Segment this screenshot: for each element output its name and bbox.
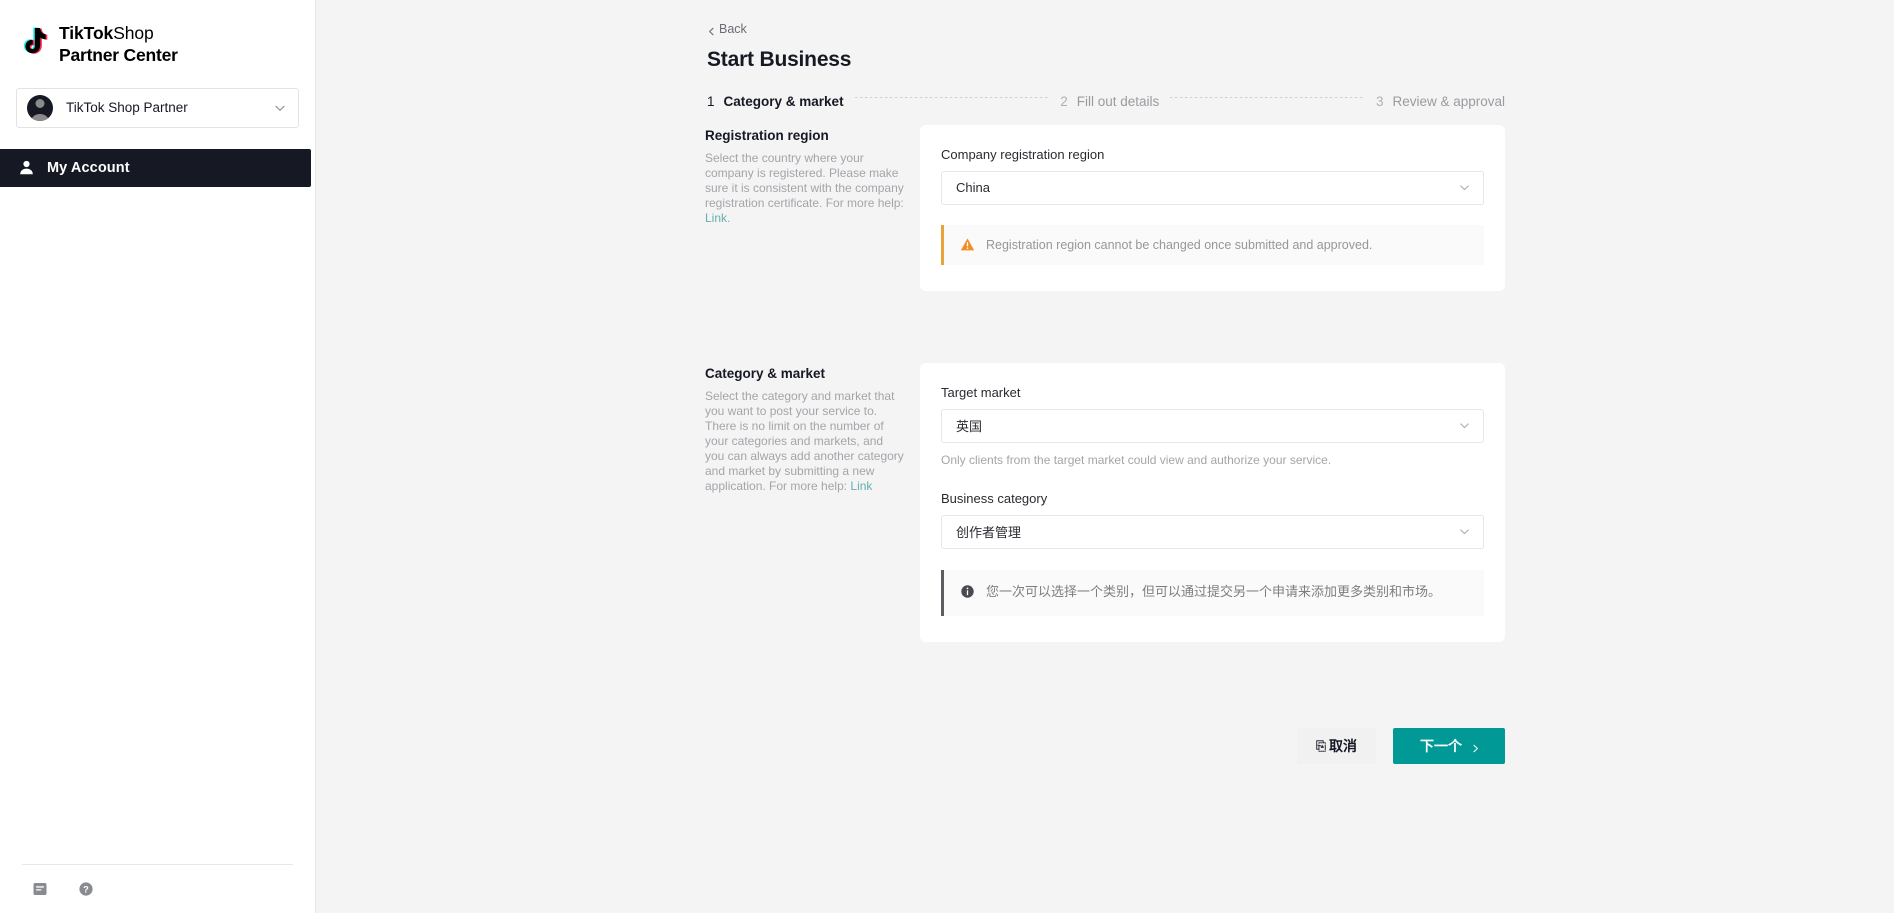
cancel-glyph-icon: ⎘ bbox=[1315, 737, 1326, 753]
step-1-number: 1 bbox=[707, 93, 715, 109]
step-3-label: Review & approval bbox=[1392, 93, 1506, 109]
main-content: Back Start Business 1 Category & market … bbox=[316, 0, 1894, 913]
registration-region-warning-text: Registration region cannot be changed on… bbox=[986, 237, 1373, 252]
chevron-down-icon bbox=[273, 101, 287, 115]
warning-triangle-icon bbox=[960, 237, 975, 252]
svg-text:?: ? bbox=[83, 885, 89, 895]
step-2-number: 2 bbox=[1060, 93, 1068, 109]
account-switcher[interactable]: TikTok Shop Partner bbox=[16, 87, 299, 128]
sidebar-divider bbox=[22, 864, 293, 865]
person-icon bbox=[18, 159, 35, 176]
next-button[interactable]: 下一个 bbox=[1393, 727, 1505, 764]
category-market-info-banner: 您一次可以选择一个类别，但可以通过提交另一个申请来添加更多类别和市场。 bbox=[941, 569, 1484, 616]
info-circle-icon bbox=[960, 584, 975, 599]
chevron-down-icon bbox=[1458, 181, 1471, 194]
registration-region-warning-banner: Registration region cannot be changed on… bbox=[941, 224, 1484, 265]
back-link[interactable]: Back bbox=[707, 22, 747, 36]
account-name: TikTok Shop Partner bbox=[66, 100, 188, 116]
target-market-label: Target market bbox=[941, 384, 1021, 400]
category-market-title: Category & market bbox=[705, 365, 826, 381]
step-2[interactable]: 2 Fill out details bbox=[1060, 94, 1159, 109]
back-label: Back bbox=[719, 22, 747, 36]
registration-region-description-text: Select the country where your company is… bbox=[705, 150, 904, 210]
category-market-card: Target market 英国 Only clients from the t… bbox=[920, 362, 1505, 642]
target-market-hint: Only clients from the target market coul… bbox=[941, 452, 1332, 467]
sidebar-item-label: My Account bbox=[47, 159, 130, 176]
registration-region-description-block: Registration region Select the country w… bbox=[705, 125, 920, 226]
category-market-description: Select the category and market that you … bbox=[705, 389, 904, 494]
category-market-description-text: Select the category and market that you … bbox=[705, 388, 904, 493]
brand-line1-light: Shop bbox=[113, 23, 154, 43]
company-registration-region-select[interactable]: China bbox=[941, 170, 1484, 205]
registration-region-title: Registration region bbox=[705, 127, 829, 143]
step-connector-2 bbox=[1170, 96, 1365, 98]
brand-logo[interactable]: TikTokShop Partner Center bbox=[0, 0, 315, 66]
page-container: Back Start Business 1 Category & market … bbox=[705, 0, 1505, 764]
step-2-label: Fill out details bbox=[1076, 93, 1160, 109]
step-3[interactable]: 3 Review & approval bbox=[1376, 94, 1505, 109]
document-icon[interactable] bbox=[32, 881, 48, 897]
category-help-link[interactable]: Link bbox=[850, 479, 872, 493]
brand-line1-bold: TikTok bbox=[59, 23, 114, 43]
company-registration-region-value: China bbox=[956, 180, 990, 195]
company-registration-region-label: Company registration region bbox=[941, 146, 1105, 162]
registration-region-card: Company registration region China Regist… bbox=[920, 124, 1505, 291]
page-title: Start Business bbox=[707, 47, 852, 71]
brand-wordmark: TikTokShop Partner Center bbox=[59, 22, 178, 66]
next-button-label: 下一个 bbox=[1420, 738, 1462, 755]
step-3-number: 3 bbox=[1375, 93, 1384, 109]
target-market-value: 英国 bbox=[956, 420, 983, 435]
sidebar: TikTokShop Partner Center TikTok Shop Pa… bbox=[0, 0, 316, 913]
step-1-label: Category & market bbox=[723, 93, 844, 109]
business-category-value: 创作者管理 bbox=[956, 526, 1022, 541]
target-market-select[interactable]: 英国 bbox=[941, 408, 1484, 443]
category-market-info-text: 您一次可以选择一个类别，但可以通过提交另一个申请来添加更多类别和市场。 bbox=[986, 584, 1442, 600]
sidebar-nav: My Account bbox=[0, 148, 315, 187]
registration-region-description: Select the country where your company is… bbox=[705, 151, 904, 226]
category-market-section: Category & market Select the category an… bbox=[705, 362, 1505, 642]
step-1[interactable]: 1 Category & market bbox=[707, 94, 844, 109]
brand-line2: Partner Center bbox=[59, 44, 178, 65]
sidebar-footer: ? bbox=[0, 864, 315, 913]
help-circle-icon[interactable]: ? bbox=[78, 881, 94, 897]
form-actions: ⎘ 取消 下一个 bbox=[705, 727, 1505, 764]
chevron-down-icon bbox=[1458, 525, 1471, 538]
stepper: 1 Category & market 2 Fill out details 3… bbox=[707, 94, 1505, 109]
business-category-select[interactable]: 创作者管理 bbox=[941, 514, 1484, 549]
app-root: TikTokShop Partner Center TikTok Shop Pa… bbox=[0, 0, 1894, 913]
cancel-button-label: 取消 bbox=[1329, 738, 1357, 755]
business-category-label: Business category bbox=[941, 490, 1048, 506]
step-connector-1 bbox=[854, 96, 1050, 98]
cancel-button[interactable]: ⎘ 取消 bbox=[1296, 727, 1376, 764]
category-market-description-block: Category & market Select the category an… bbox=[705, 363, 920, 494]
registration-region-section: Registration region Select the country w… bbox=[705, 124, 1505, 291]
chevron-right-icon bbox=[1471, 741, 1480, 753]
sidebar-item-my-account[interactable]: My Account bbox=[0, 148, 311, 187]
registration-help-link[interactable]: Link bbox=[705, 211, 727, 225]
chevron-left-icon bbox=[707, 25, 716, 35]
chevron-down-icon bbox=[1458, 419, 1471, 432]
user-avatar-icon bbox=[27, 94, 53, 121]
registration-description-tail: . bbox=[727, 210, 731, 225]
tiktok-note-icon bbox=[22, 25, 52, 59]
